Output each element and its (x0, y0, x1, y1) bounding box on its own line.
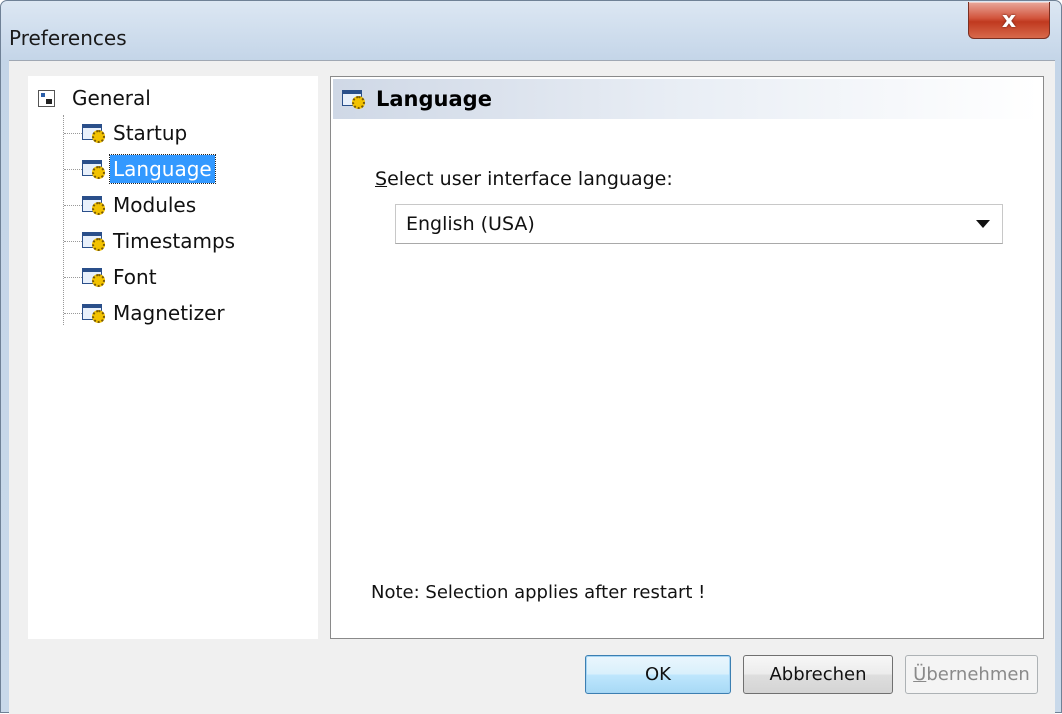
dropdown-arrow-icon[interactable] (976, 220, 990, 228)
tree-item-font[interactable]: Font (82, 262, 160, 292)
language-dropdown[interactable]: English (USA) (395, 204, 1003, 244)
tree-connector (63, 115, 64, 325)
tree-item-general[interactable]: General (38, 83, 154, 113)
settings-page-icon (82, 303, 108, 323)
settings-page-icon (82, 231, 108, 251)
tree-item-label: Modules (113, 193, 197, 217)
panel-header: Language (333, 79, 1039, 119)
tree-item-timestamps[interactable]: Timestamps (82, 226, 238, 256)
tree-connector (64, 205, 82, 206)
settings-page-icon (82, 195, 108, 215)
tree-root-icon (38, 89, 55, 107)
title-bar[interactable]: Preferences x (1, 1, 1061, 59)
tree-item-label: Font (113, 265, 157, 289)
tree-item-label: Language (109, 154, 216, 184)
label-accelerator: S (375, 168, 388, 190)
close-icon: x (1001, 7, 1017, 33)
tree-item-startup[interactable]: Startup (82, 118, 190, 148)
ok-button[interactable]: OK (585, 655, 731, 694)
apply-label: bernehmen (926, 664, 1030, 685)
tree-connector (64, 277, 82, 278)
tree-item-label: Startup (113, 121, 188, 145)
settings-page-icon (82, 159, 108, 179)
tree-item-modules[interactable]: Modules (82, 190, 199, 220)
label-text: elect user interface language: (387, 168, 673, 190)
panel-title: Language (376, 87, 492, 111)
tree-item-label: Magnetizer (113, 301, 225, 325)
apply-accelerator: Ü (913, 664, 927, 685)
language-settings-panel: Language Select user interface language:… (330, 76, 1044, 639)
window-title: Preferences (9, 26, 127, 50)
tree-connector (64, 241, 82, 242)
settings-page-icon (342, 89, 368, 109)
settings-page-icon (82, 267, 108, 287)
dialog-body: General Startup Language Modules Timesta… (9, 60, 1055, 714)
language-selected-value: English (USA) (406, 213, 535, 235)
cancel-button[interactable]: Abbrechen (743, 655, 893, 694)
tree-connector (64, 133, 82, 134)
apply-button[interactable]: Übernehmen (905, 655, 1038, 694)
close-button[interactable]: x (968, 2, 1050, 39)
tree-item-magnetizer[interactable]: Magnetizer (82, 298, 228, 328)
tree-item-language[interactable]: Language (82, 154, 216, 184)
tree-connector (64, 169, 82, 170)
tree-connector (64, 313, 82, 314)
restart-note: Note: Selection applies after restart ! (371, 582, 706, 603)
settings-tree[interactable]: General Startup Language Modules Timesta… (28, 76, 318, 639)
tree-item-label: General (72, 86, 151, 110)
tree-item-label: Timestamps (113, 229, 236, 253)
language-field-label: Select user interface language: (375, 168, 673, 190)
settings-page-icon (82, 123, 108, 143)
preferences-window: Preferences x General Startup Language M… (0, 0, 1062, 714)
